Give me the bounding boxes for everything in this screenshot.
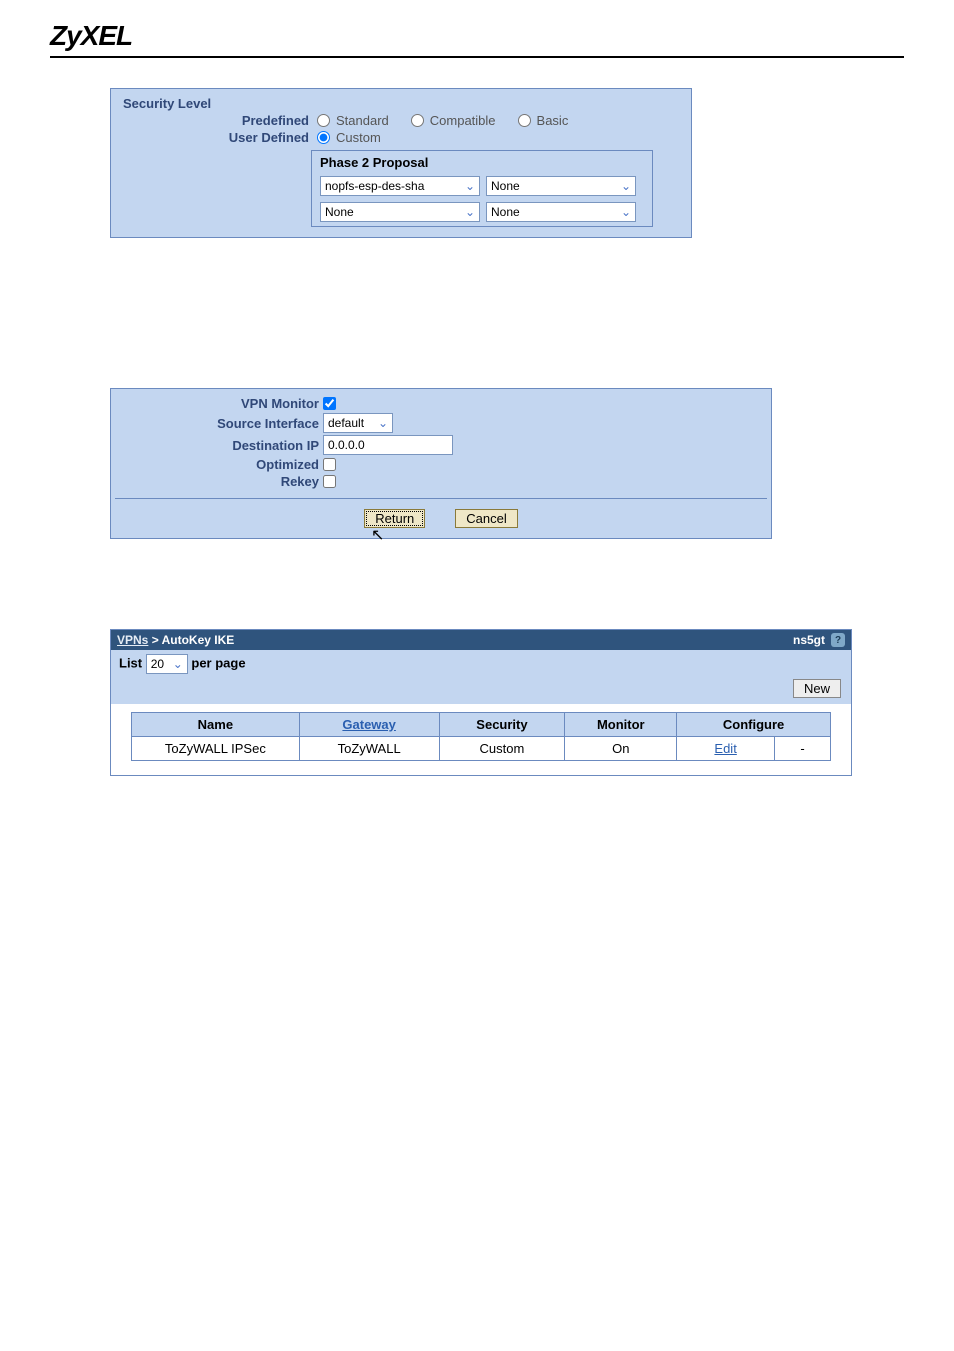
col-gateway[interactable]: Gateway [342, 717, 395, 732]
source-interface-select[interactable]: default ⌄ [323, 413, 393, 433]
autokey-ike-panel: VPNs > AutoKey IKE ns5gt ? List 20 ⌄ per… [110, 629, 852, 776]
brand-logo: ZyXEL [50, 20, 904, 52]
user-defined-custom-radio[interactable] [317, 131, 330, 144]
cell-gateway: ToZyWALL [299, 737, 439, 761]
vpn-settings-panel: VPN Monitor Source Interface default ⌄ D… [110, 388, 772, 539]
chevron-down-icon: ⌄ [463, 179, 477, 193]
breadcrumb-leaf: AutoKey IKE [162, 633, 235, 647]
chevron-down-icon: ⌄ [619, 205, 633, 219]
vpn-table: Name Gateway Security Monitor Configure … [131, 712, 831, 761]
cell-name: ToZyWALL IPSec [132, 737, 300, 761]
predefined-label: Predefined [119, 113, 313, 128]
destination-ip-label: Destination IP [119, 438, 323, 453]
col-configure: Configure [677, 713, 831, 737]
device-name: ns5gt [793, 633, 825, 647]
predefined-basic-text: Basic [537, 113, 569, 128]
predefined-standard-text: Standard [336, 113, 389, 128]
vpn-monitor-label: VPN Monitor [119, 396, 323, 411]
help-icon[interactable]: ? [831, 633, 845, 647]
optimized-label: Optimized [119, 457, 323, 472]
phase2-select-a2-value: None [491, 179, 520, 193]
user-defined-custom-text: Custom [336, 130, 381, 145]
cell-monitor: On [565, 737, 677, 761]
col-name: Name [132, 713, 300, 737]
rekey-checkbox[interactable] [323, 475, 336, 488]
col-security: Security [439, 713, 565, 737]
chevron-down-icon: ⌄ [171, 657, 185, 671]
predefined-compatible-radio[interactable] [411, 114, 424, 127]
predefined-standard-radio[interactable] [317, 114, 330, 127]
per-page-label: per page [191, 655, 245, 670]
cancel-button[interactable]: Cancel [455, 509, 517, 528]
per-page-value: 20 [151, 657, 164, 671]
phase2-select-b1[interactable]: None ⌄ [320, 202, 480, 222]
table-row: ToZyWALL IPSec ToZyWALL Custom On Edit - [132, 737, 831, 761]
col-monitor: Monitor [565, 713, 677, 737]
breadcrumb-vpns[interactable]: VPNs [117, 633, 148, 647]
edit-link[interactable]: Edit [714, 741, 736, 756]
phase2-select-b2-value: None [491, 205, 520, 219]
phase2-proposal-title: Phase 2 Proposal [312, 151, 652, 174]
breadcrumb-sep: > [152, 633, 162, 647]
source-interface-value: default [328, 416, 364, 430]
predefined-basic-radio[interactable] [518, 114, 531, 127]
per-page-select[interactable]: 20 ⌄ [146, 654, 188, 674]
predefined-compatible-text: Compatible [430, 113, 496, 128]
new-button[interactable]: New [793, 679, 841, 698]
cursor-icon: ↖ [371, 525, 384, 545]
vpn-monitor-checkbox[interactable] [323, 397, 336, 410]
titlebar: VPNs > AutoKey IKE ns5gt ? [111, 630, 851, 650]
remove-cell[interactable]: - [775, 737, 831, 761]
source-interface-label: Source Interface [119, 416, 323, 431]
chevron-down-icon: ⌄ [619, 179, 633, 193]
chevron-down-icon: ⌄ [463, 205, 477, 219]
phase2-proposal-box: Phase 2 Proposal nopfs-esp-des-sha ⌄ Non… [311, 150, 653, 227]
optimized-checkbox[interactable] [323, 458, 336, 471]
list-label: List [119, 655, 142, 670]
chevron-down-icon: ⌄ [376, 416, 390, 430]
phase2-select-a1-value: nopfs-esp-des-sha [325, 179, 424, 193]
divider [115, 498, 767, 499]
rekey-label: Rekey [119, 474, 323, 489]
cell-security: Custom [439, 737, 565, 761]
security-level-title: Security Level [119, 96, 317, 111]
security-level-panel: Security Level Predefined Standard Compa… [110, 88, 692, 238]
phase2-select-b2[interactable]: None ⌄ [486, 202, 636, 222]
phase2-select-b1-value: None [325, 205, 354, 219]
table-header-row: Name Gateway Security Monitor Configure [132, 713, 831, 737]
phase2-select-a1[interactable]: nopfs-esp-des-sha ⌄ [320, 176, 480, 196]
phase2-select-a2[interactable]: None ⌄ [486, 176, 636, 196]
list-toolbar: List 20 ⌄ per page New [111, 650, 851, 704]
user-defined-label: User Defined [119, 130, 313, 145]
destination-ip-input[interactable] [323, 435, 453, 455]
return-button[interactable]: Return [364, 509, 425, 528]
